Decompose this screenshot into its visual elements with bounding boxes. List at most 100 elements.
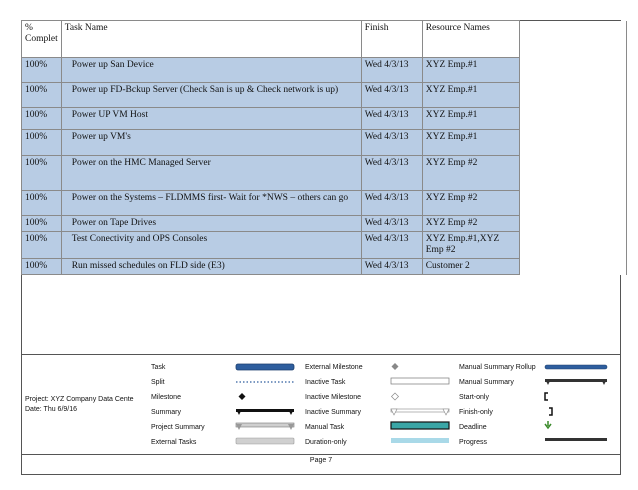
- table-row[interactable]: 100% Power on the HMC Managed Server Wed…: [21, 155, 627, 191]
- legend-label-finish-only: Finish-only: [459, 409, 493, 416]
- legend-symbols-col3: [544, 364, 608, 441]
- summary-symbol: [236, 409, 294, 415]
- empty-cell: [518, 258, 627, 275]
- legend-symbols-col2: [390, 363, 450, 443]
- legend-label-progress: Progress: [459, 439, 488, 446]
- header-resource-names: Resource Names: [421, 20, 520, 58]
- empty-cell: [518, 231, 627, 259]
- legend-label-task: Task: [151, 364, 166, 371]
- resource-cell: XYZ Emp #2: [421, 215, 520, 232]
- legend-label-manual-task: Manual Task: [305, 424, 345, 431]
- resource-cell: Customer 2: [421, 258, 520, 275]
- finish-cell: Wed 4/3/13: [360, 82, 423, 108]
- pct-cell: 100%: [21, 129, 62, 156]
- header-task-name: Task Name: [60, 20, 362, 58]
- pct-cell: 100%: [21, 82, 62, 108]
- task-name-cell: Power on Tape Drives: [60, 215, 362, 232]
- project-summary-symbol: [235, 422, 295, 430]
- inactive-summary-symbol: [390, 408, 450, 416]
- table-row[interactable]: 100% Power up VM's Wed 4/3/13 XYZ Emp.#1: [21, 129, 627, 156]
- pct-cell: 100%: [21, 57, 62, 83]
- finish-cell: Wed 4/3/13: [360, 155, 423, 191]
- page-number: Page 7: [309, 457, 333, 464]
- footer-divider: [21, 454, 621, 455]
- task-name-cell: Run missed schedules on FLD side (E3): [60, 258, 362, 275]
- task-name-cell: Power on the Systems – FLDMMS first- Wai…: [60, 190, 362, 216]
- legend-label-split: Split: [151, 379, 165, 386]
- header-percent-complete: % Complet: [21, 20, 62, 58]
- resource-cell: XYZ Emp.#1: [421, 57, 520, 83]
- legend-symbols-col1: [235, 363, 295, 445]
- empty-cell: [518, 57, 627, 83]
- empty-cell: [518, 215, 627, 232]
- legend-label-deadline: Deadline: [459, 424, 487, 431]
- pct-cell: 100%: [21, 107, 62, 130]
- progress-symbol: [545, 438, 607, 441]
- legend-label-project-summary: Project Summary: [151, 424, 205, 431]
- empty-cell: [518, 82, 627, 108]
- legend-label-external-milestone: External Milestone: [305, 364, 363, 371]
- task-name-cell: Test Conectivity and OPS Consoles: [60, 231, 362, 259]
- table-row[interactable]: 100% Power UP VM Host Wed 4/3/13 XYZ Emp…: [21, 107, 627, 130]
- project-info: Project: XYZ Company Data Cente Date: Th…: [25, 395, 134, 415]
- legend-label-milestone: Milestone: [151, 394, 181, 401]
- legend-label-external-tasks: External Tasks: [151, 439, 197, 446]
- finish-only-symbol: [549, 407, 553, 416]
- inactive-milestone-symbol: [391, 392, 399, 401]
- external-milestone-symbol: [391, 363, 399, 370]
- deadline-arrow-icon: [544, 421, 552, 430]
- finish-cell: Wed 4/3/13: [360, 57, 423, 83]
- duration-only-symbol: [391, 438, 449, 443]
- empty-cell: [518, 155, 627, 191]
- project-date: Date: Thu 6/9/16: [25, 406, 78, 413]
- pct-cell: 100%: [21, 231, 62, 259]
- task-bar-symbol: [235, 363, 295, 371]
- task-table: % Complet Task Name Finish Resource Name…: [21, 20, 627, 275]
- finish-cell: Wed 4/3/13: [360, 215, 423, 232]
- resource-cell: XYZ Emp #2: [421, 155, 520, 191]
- manual-summary-rollup-symbol: [544, 364, 608, 370]
- legend-label-inactive-task: Inactive Task: [305, 379, 346, 386]
- inactive-task-symbol: [390, 377, 450, 385]
- table-header-row: % Complet Task Name Finish Resource Name…: [21, 20, 627, 58]
- finish-cell: Wed 4/3/13: [360, 107, 423, 130]
- manual-summary-symbol: [545, 379, 607, 385]
- start-only-symbol: [544, 392, 548, 401]
- header-finish: Finish: [360, 20, 423, 58]
- resource-cell: XYZ Emp.#1: [421, 107, 520, 130]
- legend-divider: [21, 354, 621, 355]
- resource-cell: XYZ Emp.#1: [421, 82, 520, 108]
- legend-label-start-only: Start-only: [459, 394, 489, 401]
- resource-cell: XYZ Emp.#1: [421, 129, 520, 156]
- pct-cell: 100%: [21, 155, 62, 191]
- manual-task-symbol: [390, 421, 450, 430]
- legend-label-manual-summary-rollup: Manual Summary Rollup: [459, 364, 536, 371]
- finish-cell: Wed 4/3/13: [360, 258, 423, 275]
- task-name-cell: Power on the HMC Managed Server: [60, 155, 362, 191]
- legend-label-duration-only: Duration-only: [305, 439, 347, 446]
- table-row[interactable]: 100% Power on Tape Drives Wed 4/3/13 XYZ…: [21, 215, 627, 232]
- legend-label-inactive-summary: Inactive Summary: [305, 409, 362, 416]
- finish-cell: Wed 4/3/13: [360, 129, 423, 156]
- legend-label-inactive-milestone: Inactive Milestone: [305, 394, 362, 401]
- task-name-cell: Power up FD-Bckup Server (Check San is u…: [60, 82, 362, 108]
- legend-label-summary: Summary: [151, 409, 181, 416]
- task-name-cell: Power up VM's: [60, 129, 362, 156]
- resource-cell: XYZ Emp #2: [421, 190, 520, 216]
- table-row[interactable]: 100% Run missed schedules on FLD side (E…: [21, 258, 627, 275]
- header-empty: [518, 20, 627, 58]
- task-name-cell: Power up San Device: [60, 57, 362, 83]
- resource-cell: XYZ Emp.#1,XYZ Emp #2: [421, 231, 520, 259]
- project-name: Project: XYZ Company Data Cente: [25, 396, 134, 403]
- legend-label-manual-summary: Manual Summary: [459, 379, 514, 386]
- task-name-cell: Power UP VM Host: [60, 107, 362, 130]
- table-row[interactable]: 100% Test Conectivity and OPS Consoles W…: [21, 231, 627, 259]
- table-row[interactable]: 100% Power on the Systems – FLDMMS first…: [21, 190, 627, 216]
- table-row[interactable]: 100% Power up FD-Bckup Server (Check San…: [21, 82, 627, 108]
- table-row[interactable]: 100% Power up San Device Wed 4/3/13 XYZ …: [21, 57, 627, 83]
- pct-cell: 100%: [21, 258, 62, 275]
- finish-cell: Wed 4/3/13: [360, 190, 423, 216]
- pct-cell: 100%: [21, 215, 62, 232]
- pct-cell: 100%: [21, 190, 62, 216]
- milestone-symbol: [238, 393, 246, 400]
